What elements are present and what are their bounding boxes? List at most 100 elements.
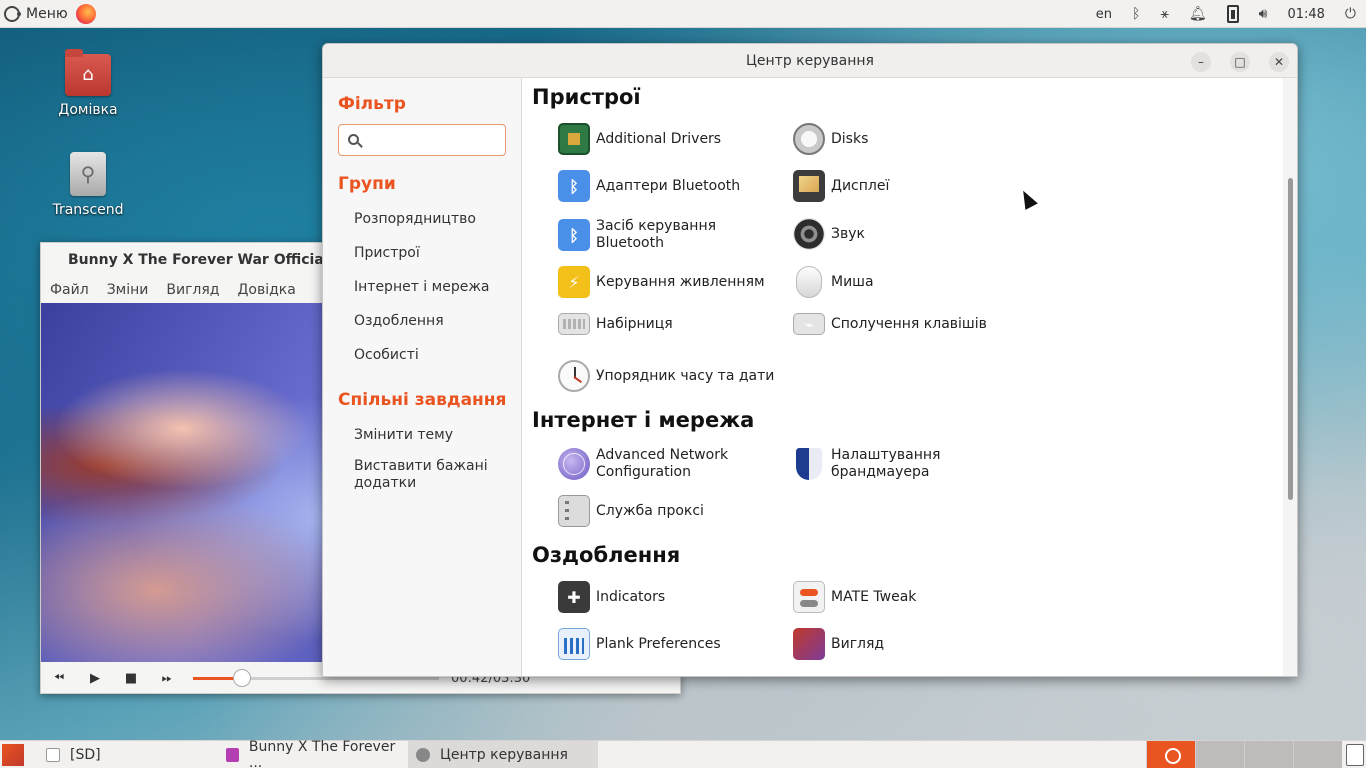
desktop-home-folder[interactable]: ⌂ Домівка — [43, 49, 133, 118]
video-player-icon — [226, 747, 239, 762]
applet-label: MATE Tweak — [831, 588, 917, 605]
bluetooth-icon: ᛒ — [558, 170, 590, 202]
applet-power-management[interactable]: ⚡︎ Керування живленням — [558, 266, 765, 298]
applet-additional-drivers[interactable]: Additional Drivers — [558, 123, 721, 155]
applet-time-date[interactable]: Упорядник часу та дати — [558, 360, 774, 392]
maximize-button[interactable]: □ — [1230, 52, 1250, 72]
chip-icon — [558, 123, 590, 155]
workspace-4[interactable] — [1293, 741, 1342, 768]
applet-label: Звук — [831, 225, 865, 242]
applet-label: Сполучення клавішів — [831, 315, 987, 332]
fast-forward-icon[interactable]: ⏩︎ — [149, 671, 185, 686]
taskbar-item-control-center[interactable]: Центр керування — [408, 740, 598, 768]
applet-keyboard-shortcuts[interactable]: ⌁ Сполучення клавішів — [793, 313, 987, 335]
control-center-content: Пристрої Additional Drivers Disks ᛒ Адап… — [522, 78, 1283, 676]
volume-icon[interactable]: 🔊︎ — [1259, 6, 1268, 22]
shield-icon — [796, 448, 822, 480]
group-link-internet[interactable]: Інтернет і мережа — [354, 279, 490, 296]
applet-label: Засіб керування Bluetooth — [596, 218, 717, 251]
applet-label: Упорядник часу та дати — [596, 367, 775, 384]
applet-sound[interactable]: Звук — [793, 218, 865, 250]
groups-heading: Групи — [338, 174, 396, 194]
network-icon[interactable]: ⚹ — [1160, 6, 1168, 22]
power-icon[interactable]: ⏻ — [1345, 6, 1356, 22]
task-link-preferred-apps[interactable]: Виставити бажані додатки — [354, 458, 504, 492]
taskbar-item-sd[interactable]: [SD] — [38, 741, 218, 768]
power-icon: ⚡︎ — [558, 266, 590, 298]
applet-bluetooth-manager[interactable]: ᛒ Засіб керування Bluetooth — [558, 218, 766, 252]
applet-mate-tweak[interactable]: MATE Tweak — [793, 581, 916, 613]
bluetooth-icon[interactable]: ᛒ — [1132, 6, 1140, 22]
trash-icon[interactable] — [1346, 744, 1364, 766]
filter-search-box[interactable] — [338, 124, 506, 156]
clock[interactable]: 01:48 — [1287, 7, 1324, 22]
keyboard-shortcuts-icon: ⌁ — [793, 313, 825, 335]
control-center-titlebar[interactable]: Центр керування – □ ✕ — [323, 44, 1297, 78]
applet-firewall[interactable]: Налаштування брандмауера — [793, 447, 1001, 481]
group-link-hardware[interactable]: Пристрої — [354, 245, 420, 262]
applet-proxy[interactable]: Служба проксі — [558, 495, 704, 527]
player-menu-view[interactable]: Вигляд — [166, 282, 219, 298]
network-icon — [558, 448, 590, 480]
show-desktop-icon[interactable] — [2, 743, 24, 766]
applet-label: Indicators — [596, 588, 666, 605]
minimize-button[interactable]: – — [1191, 52, 1211, 72]
keyboard-icon — [558, 313, 590, 335]
mouse-icon — [796, 266, 822, 298]
filter-search-input[interactable] — [369, 129, 499, 151]
display-icon — [793, 170, 825, 202]
main-menu-button[interactable]: Меню — [0, 0, 68, 28]
workspace-1[interactable] — [1146, 741, 1195, 768]
applet-appearance[interactable]: Вигляд — [793, 628, 884, 660]
system-tray: en ᛒ ⚹ 🔔︎ 🔊︎ 01:48 ⏻ — [1086, 0, 1366, 28]
stop-icon[interactable]: ■ — [113, 671, 149, 686]
toggles-icon — [793, 581, 825, 613]
firefox-launcher-icon[interactable] — [75, 3, 96, 24]
appearance-icon — [793, 628, 825, 660]
taskbar-item-player[interactable]: Bunny X The Forever ... — [218, 739, 408, 768]
play-icon[interactable]: ▶ — [77, 671, 113, 686]
battery-icon[interactable] — [1226, 5, 1239, 23]
usb-drive-icon: ⚲ — [70, 152, 106, 196]
close-button[interactable]: ✕ — [1269, 52, 1289, 72]
filter-heading: Фільтр — [338, 94, 406, 114]
applet-disks[interactable]: Disks — [793, 123, 868, 155]
player-menu-help[interactable]: Довідка — [237, 282, 295, 298]
workspace-2[interactable] — [1195, 741, 1244, 768]
applet-indicators[interactable]: ✚ Indicators — [558, 581, 665, 613]
control-center-sidebar: Фільтр Групи Розпорядництво Пристрої Інт… — [323, 78, 522, 676]
applet-label: Disks — [831, 130, 869, 147]
group-link-personal[interactable]: Особисті — [354, 347, 419, 364]
group-link-appearance[interactable]: Оздоблення — [354, 313, 444, 330]
task-link-change-theme[interactable]: Змінити тему — [354, 427, 453, 444]
applet-label: Additional Drivers — [596, 130, 722, 147]
applet-mouse[interactable]: Миша — [793, 266, 874, 298]
applet-network-configuration[interactable]: Advanced Network Configuration — [558, 447, 766, 481]
applet-label: Адаптери Bluetooth — [596, 177, 741, 194]
applet-bluetooth-adapters[interactable]: ᛒ Адаптери Bluetooth — [558, 170, 740, 202]
applet-label: Дисплеї — [831, 177, 890, 194]
proxy-icon — [558, 495, 590, 527]
rewind-icon[interactable]: ⏪︎ — [41, 671, 77, 686]
keyboard-layout-indicator[interactable]: en — [1096, 7, 1112, 22]
section-title-appearance: Оздоблення — [532, 543, 681, 567]
dock-icon — [558, 628, 590, 660]
workspace-3[interactable] — [1244, 741, 1293, 768]
player-menu-file[interactable]: Файл — [50, 282, 89, 298]
scrollbar-thumb[interactable] — [1288, 178, 1293, 500]
notification-bell-icon[interactable]: 🔔︎ — [1189, 6, 1207, 22]
applet-displays[interactable]: Дисплеї — [793, 170, 889, 202]
puzzle-icon: ✚ — [558, 581, 590, 613]
control-center-window: Центр керування – □ ✕ Фільтр Групи Розпо… — [322, 43, 1298, 677]
desktop-usb-drive[interactable]: ⚲ Transcend — [43, 152, 133, 218]
group-link-administration[interactable]: Розпорядництво — [354, 211, 476, 228]
content-scrollbar[interactable] — [1283, 78, 1297, 676]
applet-label: Налаштування брандмауера — [831, 447, 941, 480]
home-folder-icon: ⌂ — [65, 49, 111, 96]
taskbar-item-label: Центр керування — [440, 746, 568, 763]
applet-keyboard[interactable]: Набірниця — [558, 313, 673, 335]
seek-handle[interactable] — [233, 668, 252, 687]
top-panel: Меню en ᛒ ⚹ 🔔︎ 🔊︎ 01:48 ⏻ — [0, 0, 1366, 28]
applet-plank-preferences[interactable]: Plank Preferences — [558, 628, 721, 660]
player-menu-edit[interactable]: Зміни — [107, 282, 149, 298]
